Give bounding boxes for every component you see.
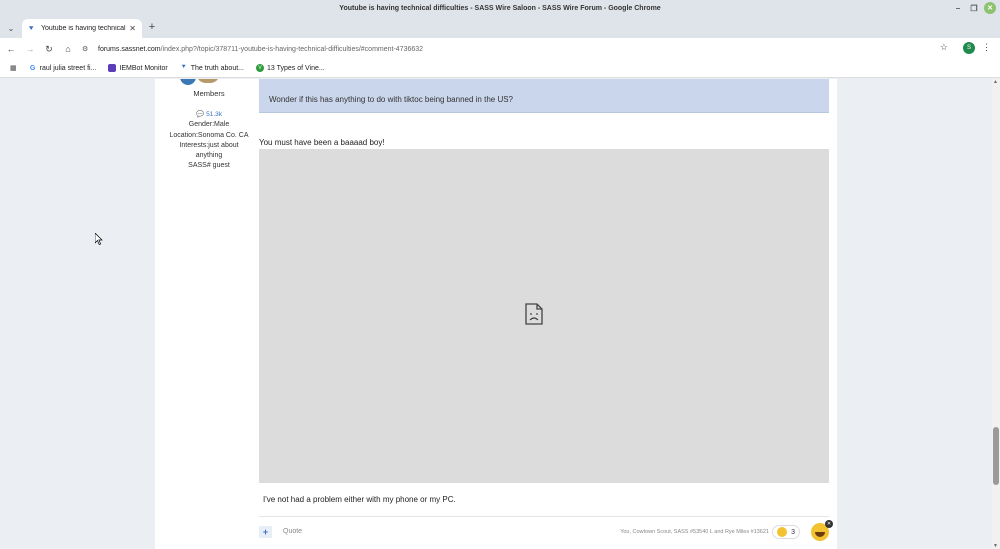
bookmark-label: raul julia street fi... — [39, 64, 97, 72]
author-location: Location:Sonoma Co. CA — [169, 131, 249, 139]
back-icon[interactable]: ← — [4, 42, 18, 56]
forward-icon[interactable]: → — [23, 42, 37, 56]
minimize-icon[interactable]: – — [952, 2, 964, 14]
laugh-emoji-icon — [815, 532, 825, 537]
post-reply-text: You must have been a baaaad boy! — [259, 138, 385, 147]
tab-close-icon[interactable]: ✕ — [129, 24, 136, 33]
restore-icon[interactable]: ❐ — [968, 2, 980, 14]
author-stats: 💬 51.3k Gender:Male Location:Sonoma Co. … — [169, 110, 249, 172]
bookmark-label: The truth about... — [190, 64, 244, 72]
forum-post: Members 💬 51.3k Gender:Male Location:Son… — [155, 79, 837, 549]
scroll-up-icon[interactable]: ▲ — [993, 79, 998, 85]
post-body-text: I've not had a problem either with my ph… — [263, 495, 456, 504]
scroll-down-icon[interactable]: ▼ — [993, 543, 998, 549]
author-gender: Gender:Male — [188, 121, 230, 129]
new-tab-icon[interactable]: + — [146, 21, 158, 33]
menu-icon[interactable]: ⋮ — [982, 42, 991, 53]
react-button[interactable]: ✕ — [811, 520, 833, 541]
post-count: 💬 51.3k — [169, 110, 249, 120]
avatar[interactable] — [180, 79, 222, 85]
bookmark-item[interactable]: IEMBot Monitor — [108, 64, 168, 72]
author-group: Members — [193, 89, 225, 98]
profile-avatar[interactable]: S — [963, 42, 975, 54]
reactions-summary[interactable]: You, Cowtown Scout, SASS #53540 L and Ry… — [620, 529, 769, 535]
avatar-badge — [180, 79, 196, 85]
address-bar[interactable]: ⚙ forums.sassnet.com/index.php?/topic/37… — [82, 41, 952, 57]
tab-strip: ⌄ ⯆ Youtube is having technical ✕ + — [0, 16, 1000, 38]
multiquote-button[interactable]: + — [259, 526, 272, 538]
google-icon: G — [29, 64, 36, 72]
comment-icon: 💬 — [196, 111, 205, 118]
mouse-cursor-icon — [95, 233, 103, 245]
vine-icon-green: V — [256, 64, 264, 72]
reaction-count: 3 — [791, 528, 795, 536]
tab-label: Youtube is having technical — [41, 25, 126, 32]
apps-icon[interactable]: ▦ — [10, 64, 17, 72]
author-sass: SASS# guest — [188, 162, 230, 170]
scroll-thumb[interactable] — [993, 427, 999, 485]
post-action-bar: + Quote You, Cowtown Scout, SASS #53540 … — [259, 516, 833, 549]
post-count-value: 51.3k — [206, 111, 222, 118]
avatar-image — [196, 79, 220, 83]
bookmark-star-icon[interactable]: ☆ — [940, 42, 948, 53]
reload-icon[interactable]: ↻ — [42, 42, 56, 56]
page-viewport[interactable]: Members 💬 51.3k Gender:Male Location:Son… — [0, 79, 992, 549]
vine-icon: ⯆ — [180, 64, 187, 71]
quote-block: Wonder if this has anything to do with t… — [259, 79, 829, 113]
bookmarks-bar: ▦ G raul julia street fi... IEMBot Monit… — [0, 59, 1000, 78]
broken-file-icon — [525, 303, 543, 325]
quote-button[interactable]: Quote — [283, 528, 302, 535]
tab-active[interactable]: ⯆ Youtube is having technical ✕ — [22, 19, 142, 38]
site-favicon-icon: ⯆ — [28, 23, 35, 33]
browser-toolbar: ← → ↻ ⌂ ⚙ forums.sassnet.com/index.php?/… — [0, 38, 1000, 59]
bookmark-item[interactable]: V 13 Types of Vine... — [256, 64, 325, 72]
close-icon[interactable]: ✕ — [984, 2, 996, 14]
embedded-media[interactable] — [259, 149, 829, 483]
window-title: Youtube is having technical difficulties… — [339, 4, 661, 12]
tab-search-icon[interactable]: ⌄ — [4, 21, 18, 35]
author-interests: Interests:just about anything — [179, 141, 239, 160]
home-icon[interactable]: ⌂ — [61, 42, 75, 56]
bookmark-item[interactable]: ⯆ The truth about... — [180, 64, 244, 72]
window-title-bar: Youtube is having technical difficulties… — [0, 0, 1000, 16]
site-info-icon[interactable]: ⚙ — [82, 45, 92, 53]
bookmark-label: IEMBot Monitor — [119, 64, 168, 72]
page-scrollbar[interactable]: ▲ ▼ — [992, 79, 1000, 549]
url-path: /index.php?/topic/378711-youtube-is-havi… — [160, 45, 424, 53]
bookmark-label: 13 Types of Vine... — [267, 64, 325, 72]
remove-reaction-icon[interactable]: ✕ — [825, 520, 833, 528]
author-panel: Members 💬 51.3k Gender:Male Location:Son… — [155, 79, 259, 549]
bookmark-item[interactable]: G raul julia street fi... — [29, 64, 97, 72]
url-host: forums.sassnet.com — [98, 45, 161, 53]
laugh-emoji-icon — [777, 527, 787, 537]
quote-text: Wonder if this has anything to do with t… — [269, 95, 514, 104]
reaction-count-badge[interactable]: 3 — [772, 525, 800, 539]
iembot-icon — [108, 64, 117, 72]
